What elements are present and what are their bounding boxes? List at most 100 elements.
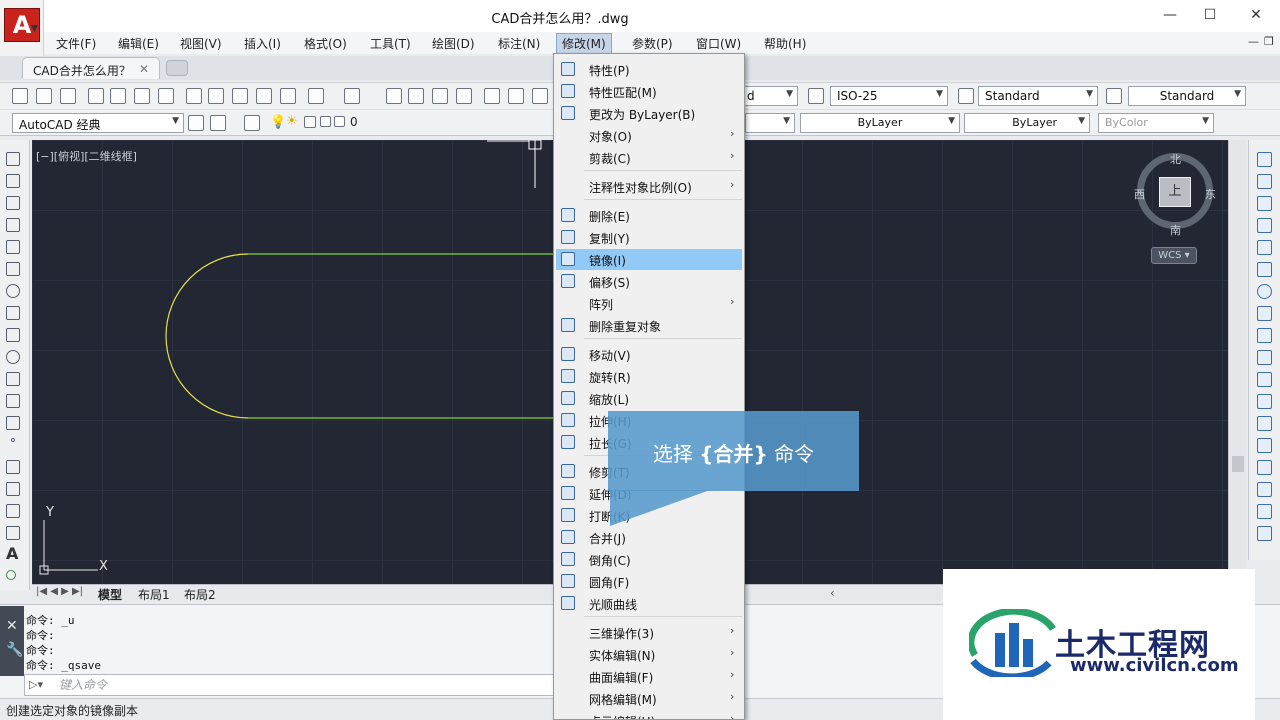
compass-east[interactable]: 东 — [1205, 186, 1216, 202]
menu-item[interactable]: 网格编辑(M) › — [556, 688, 742, 709]
menu-item[interactable]: 移动(V) — [556, 344, 742, 365]
cut-icon[interactable] — [186, 88, 202, 104]
explode-tool-icon[interactable] — [1257, 526, 1272, 541]
menu-item[interactable]: 复制(Y) — [556, 227, 742, 248]
menu-window[interactable]: 窗口(W) — [696, 35, 741, 52]
rotate-tool-icon[interactable] — [1257, 284, 1272, 299]
open-file-icon[interactable] — [36, 88, 52, 104]
trim-tool-icon[interactable] — [1257, 350, 1272, 365]
lineweight-combo[interactable]: ByLayer ▼ — [964, 113, 1090, 133]
linetype-combo[interactable]: ByLayer ▼ — [800, 113, 960, 133]
layout-nav-arrows[interactable]: |◀ ◀ ▶ ▶| — [36, 586, 83, 597]
menu-item[interactable]: 特性(P) — [556, 59, 742, 80]
menu-item[interactable]: 点云编辑(U) › — [556, 710, 742, 719]
compass-north[interactable]: 北 — [1170, 151, 1181, 167]
dim-style-combo[interactable]: ISO-25 ▼ — [830, 86, 948, 106]
menu-draw[interactable]: 绘图(D) — [432, 35, 475, 52]
scale-tool-icon[interactable] — [1257, 306, 1272, 321]
break-at-point-tool-icon[interactable] — [1257, 394, 1272, 409]
menu-dimension[interactable]: 标注(N) — [498, 35, 540, 52]
tab-close-icon[interactable]: ✕ — [139, 62, 149, 76]
chamfer-tool-icon[interactable] — [1257, 460, 1272, 475]
plot-icon[interactable] — [88, 88, 104, 104]
zoom-window-icon[interactable] — [432, 88, 448, 104]
design-center-icon[interactable] — [508, 88, 524, 104]
new-tab-button[interactable] — [166, 60, 188, 76]
rectangle-icon[interactable] — [6, 240, 20, 254]
vertical-scrollbar[interactable] — [1228, 140, 1246, 584]
compass-south[interactable]: 南 — [1170, 222, 1181, 238]
menu-modify[interactable]: 修改(M) — [556, 33, 612, 54]
undo-icon[interactable] — [308, 88, 324, 104]
table-icon[interactable] — [6, 526, 20, 540]
zoom-realtime-icon[interactable] — [408, 88, 424, 104]
layer-combo-tail[interactable]: ▼ — [745, 113, 795, 133]
table-style-combo[interactable]: Standard ▼ — [978, 86, 1098, 106]
dim-style-icon[interactable] — [808, 88, 824, 104]
copy-tool-icon[interactable] — [1257, 174, 1272, 189]
menu-parametric[interactable]: 参数(P) — [632, 35, 673, 52]
point-icon[interactable] — [11, 438, 15, 442]
multileader-style-icon[interactable] — [1106, 88, 1122, 104]
polyline-icon[interactable] — [6, 196, 20, 210]
properties-palette-icon[interactable] — [484, 88, 500, 104]
horizontal-scroll-left-icon[interactable]: ‹ — [830, 586, 835, 600]
compass-west[interactable]: 西 — [1134, 186, 1145, 202]
ellipse-icon[interactable] — [6, 350, 20, 364]
offset-tool-icon[interactable] — [1257, 218, 1272, 233]
layer-color-icon[interactable] — [320, 116, 331, 127]
menu-item[interactable]: 更改为 ByLayer(B) — [556, 103, 742, 124]
spline-icon[interactable] — [6, 328, 20, 342]
hatch-icon[interactable] — [6, 460, 20, 474]
close-command-icon[interactable]: ✕ — [6, 618, 18, 634]
tab-layout1[interactable]: 布局1 — [138, 586, 170, 603]
customize-command-icon[interactable]: 🔧 — [6, 642, 23, 658]
save-icon[interactable] — [60, 88, 76, 104]
menu-item[interactable]: 特性匹配(M) — [556, 81, 742, 102]
menu-item[interactable]: 三维操作(3) › — [556, 622, 742, 643]
menu-item[interactable]: 合并(J) — [556, 527, 742, 548]
menu-item[interactable]: 剪裁(C) › — [556, 147, 742, 168]
move-tool-icon[interactable] — [1257, 262, 1272, 277]
color-combo[interactable]: ByColor ▼ — [1098, 113, 1214, 133]
redo-icon[interactable] — [344, 88, 360, 104]
line-icon[interactable] — [6, 152, 20, 166]
menu-tools[interactable]: 工具(T) — [370, 35, 411, 52]
menu-file[interactable]: 文件(F) — [56, 35, 96, 52]
layer-on-icon[interactable]: 💡 — [270, 115, 286, 130]
new-file-icon[interactable] — [12, 88, 28, 104]
plot-preview-icon[interactable] — [110, 88, 126, 104]
menu-item[interactable]: 实体编辑(N) › — [556, 644, 742, 665]
customize-icon[interactable] — [210, 115, 226, 131]
maximize-button[interactable]: ☐ — [1198, 4, 1222, 26]
publish-icon[interactable] — [134, 88, 150, 104]
stretch-tool-icon[interactable] — [1257, 328, 1272, 343]
zoom-previous-icon[interactable] — [456, 88, 472, 104]
paste-icon[interactable] — [232, 88, 248, 104]
menu-item[interactable]: 阵列 › — [556, 293, 742, 314]
construction-line-icon[interactable] — [6, 174, 20, 188]
wcs-menu-button[interactable]: WCS ▾ — [1151, 247, 1197, 264]
menu-insert[interactable]: 插入(I) — [244, 35, 281, 52]
viewcube-top-face[interactable]: 上 — [1159, 177, 1191, 207]
menu-edit[interactable]: 编辑(E) — [118, 35, 159, 52]
workspace-settings-icon[interactable] — [188, 115, 204, 131]
circle-icon[interactable] — [6, 284, 20, 298]
mirror-tool-icon[interactable] — [1257, 196, 1272, 211]
polygon-icon[interactable] — [6, 218, 20, 232]
match-icon[interactable] — [256, 88, 272, 104]
extend-tool-icon[interactable] — [1257, 372, 1272, 387]
menu-item[interactable]: 旋转(R) — [556, 366, 742, 387]
workspace-combo[interactable]: AutoCAD 经典 ▼ — [12, 113, 184, 133]
minimize-button[interactable]: — — [1158, 4, 1182, 26]
ellipse-arc-icon[interactable] — [6, 372, 20, 386]
make-block-icon[interactable] — [6, 416, 20, 430]
layer-freeze-icon[interactable]: ☀ — [286, 114, 298, 129]
menu-item[interactable]: 删除重复对象 — [556, 315, 742, 336]
menu-item[interactable]: 缩放(L) — [556, 388, 742, 409]
close-button[interactable]: ✕ — [1244, 4, 1268, 26]
pan-icon[interactable] — [386, 88, 402, 104]
command-input[interactable] — [59, 677, 539, 693]
3d-print-icon[interactable] — [158, 88, 174, 104]
arc-icon[interactable] — [6, 262, 20, 276]
